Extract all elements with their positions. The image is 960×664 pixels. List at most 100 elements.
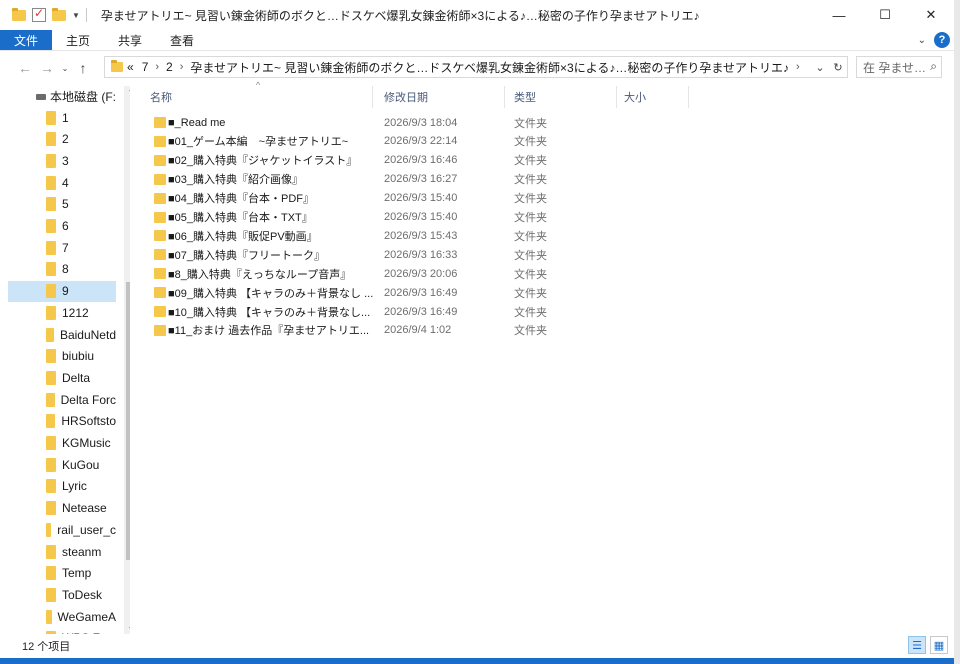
scroll-up-icon[interactable]: ⌃ (124, 86, 130, 100)
close-button[interactable]: ✕ (908, 0, 954, 30)
sidebar-item-folder[interactable]: Delta (8, 367, 116, 388)
file-date: 2026/9/3 15:43 (384, 229, 458, 242)
sidebar-item-drive[interactable]: 本地磁盘 (F: (8, 86, 116, 107)
sidebar-item-folder[interactable]: Delta Forc (8, 389, 116, 410)
tab-file[interactable]: 文件 (0, 30, 52, 50)
sidebar-item-folder[interactable]: 3 (8, 150, 116, 171)
search-icon[interactable]: ⌕ (930, 59, 937, 74)
sidebar-item-folder[interactable]: 5 (8, 194, 116, 215)
up-arrow-icon[interactable]: ↑ (72, 60, 94, 76)
large-icons-view-icon[interactable]: ▦ (930, 636, 948, 654)
breadcrumb-item[interactable]: 7 (142, 60, 149, 74)
file-row[interactable]: ■8_購入特典『えっちなループ音声』 2026/9/3 20:06 文件夹 (150, 264, 950, 283)
sidebar-item-folder[interactable]: Temp (8, 563, 116, 584)
sidebar-item-label: rail_user_c (57, 522, 116, 537)
new-folder-icon[interactable] (52, 7, 66, 21)
expand-ribbon-chevron-icon[interactable]: ⌄ (918, 35, 926, 46)
sidebar-item-folder[interactable]: 7 (8, 237, 116, 258)
file-row[interactable]: ■03_購入特典『紹介画像』 2026/9/3 16:27 文件夹 (150, 170, 950, 189)
back-arrow-icon[interactable]: ← (14, 60, 36, 76)
sidebar-item-folder[interactable]: KGMusic (8, 433, 116, 454)
column-header-date[interactable]: 修改日期 (384, 86, 428, 108)
sidebar-item-folder[interactable]: 1 (8, 107, 116, 128)
file-row[interactable]: ■07_購入特典『フリートーク』 2026/9/3 16:33 文件夹 (150, 245, 950, 264)
sidebar-item-folder[interactable]: 4 (8, 172, 116, 193)
sidebar-item-folder[interactable]: steanm (8, 541, 116, 562)
tab-home[interactable]: 主页 (52, 30, 104, 50)
file-name: ■10_購入特典 【キャラのみ＋背景なし... (168, 306, 371, 319)
column-divider[interactable] (688, 86, 689, 108)
breadcrumb-separator-icon[interactable]: › (796, 61, 800, 73)
properties-check-icon[interactable] (32, 6, 46, 22)
scrollbar-thumb[interactable] (126, 282, 130, 560)
file-row[interactable]: ■05_購入特典『台本・TXT』 2026/9/3 15:40 文件夹 (150, 208, 950, 227)
file-row[interactable]: ■06_購入特典『販促PV動画』 2026/9/3 15:43 文件夹 (150, 226, 950, 245)
file-row[interactable]: ■11_おまけ 過去作品『孕ませアトリエ... 2026/9/4 1:02 文件夹 (150, 321, 950, 340)
folder-icon (154, 306, 166, 317)
sidebar-item-label: KuGou (62, 457, 100, 472)
folder-icon (46, 240, 56, 255)
file-type: 文件夹 (514, 117, 547, 130)
sidebar-item-folder[interactable]: WeGameA (8, 606, 116, 627)
column-header-size[interactable]: 大小 (624, 86, 646, 108)
help-icon[interactable]: ? (934, 32, 950, 48)
address-dropdown-icon[interactable]: ⌄ (811, 61, 829, 74)
file-row[interactable]: ■09_購入特典 【キャラのみ＋背景なし ... 2026/9/3 16:49 文件… (150, 283, 950, 302)
recent-locations-chevron-icon[interactable]: ⌄ (58, 64, 72, 73)
sidebar-item-folder[interactable]: 9 (8, 280, 116, 302)
breadcrumb-current[interactable]: 孕ませアトリエ~ 見習い錬金術師のボクと…ドスケベ爆乳女錬金術師×3による♪…秘… (190, 59, 789, 76)
file-name: ■09_購入特典 【キャラのみ＋背景なし ... (168, 287, 374, 300)
sidebar-item-folder[interactable]: Lyric (8, 476, 116, 497)
folder-icon (46, 414, 56, 429)
folder-icon (154, 192, 166, 204)
sidebar-item-label: 4 (62, 175, 69, 190)
sidebar-item-folder[interactable]: rail_user_c (8, 519, 116, 540)
sidebar-item-label: Netease (62, 501, 107, 516)
scroll-down-icon[interactable]: ⌄ (124, 620, 130, 634)
breadcrumb-separator-icon[interactable]: › (180, 61, 184, 73)
column-header-type[interactable]: 类型 (514, 86, 536, 108)
file-row[interactable]: ■02_購入特典『ジャケットイラスト』 2026/9/3 16:46 文件夹 (150, 151, 950, 170)
ribbon-tabs: 文件 主页 共享 查看 ⌄ ? (0, 30, 954, 51)
file-date: 2026/9/3 16:27 (384, 173, 458, 186)
tab-share[interactable]: 共享 (104, 30, 156, 50)
details-view-icon[interactable]: ☰ (908, 636, 926, 654)
refresh-icon[interactable]: ↻ (829, 61, 847, 74)
file-row[interactable]: ■_Read me 2026/9/3 18:04 文件夹 (150, 113, 950, 132)
column-header-name[interactable]: 名称 (150, 86, 172, 108)
sidebar-item-folder[interactable]: biubiu (8, 346, 116, 367)
address-bar[interactable]: « 7 › 2 › 孕ませアトリエ~ 見習い錬金術師のボクと…ドスケベ爆乳女錬金… (104, 56, 848, 78)
sidebar-item-label: 3 (62, 153, 69, 168)
sidebar-item-label: steanm (62, 544, 102, 559)
sidebar-item-folder[interactable]: 1212 (8, 302, 116, 323)
file-list: ^ 名称 修改日期 类型 大小 ■_Read me 2026/9/3 18:04 文… (140, 80, 954, 634)
column-divider[interactable] (616, 86, 617, 108)
sidebar-item-label: 7 (62, 240, 69, 255)
sidebar-item-folder[interactable]: HRSoftsto (8, 411, 116, 432)
sidebar-item-folder[interactable]: KuGou (8, 454, 116, 475)
taskbar-edge (0, 658, 954, 664)
breadcrumb-overflow[interactable]: « (127, 60, 134, 74)
tab-view[interactable]: 查看 (156, 30, 208, 50)
sidebar-item-folder[interactable]: BaiduNetd (8, 324, 116, 345)
sidebar-item-folder[interactable]: 8 (8, 259, 116, 280)
maximize-button[interactable]: ☐ (862, 0, 908, 30)
minimize-button[interactable]: — (816, 0, 862, 30)
search-input[interactable]: 在 孕ませ… (863, 59, 926, 76)
navigation-pane: 本地磁盘 (F: 1 2 3 4 5 6 7 8 9 1212 BaiduNetd biubiu Del… (8, 86, 130, 634)
breadcrumb-separator-icon[interactable]: › (155, 61, 159, 73)
sidebar-item-folder[interactable]: Netease (8, 498, 116, 519)
file-row[interactable]: ■04_購入特典『台本・PDF』 2026/9/3 15:40 文件夹 (150, 189, 950, 208)
column-divider[interactable] (372, 86, 373, 108)
file-row[interactable]: ■10_購入特典 【キャラのみ＋背景なし... 2026/9/3 16:49 文件夹 (150, 302, 950, 321)
sidebar-item-folder[interactable]: ToDesk (8, 584, 116, 605)
breadcrumb-item[interactable]: 2 (166, 60, 173, 74)
sidebar-scrollbar[interactable]: ⌃ ⌄ (124, 86, 130, 634)
customize-chevron-icon[interactable]: ▼ (72, 11, 80, 20)
forward-arrow-icon[interactable]: → (36, 60, 58, 76)
sidebar-item-folder[interactable]: 2 (8, 129, 116, 150)
file-row[interactable]: ■01_ゲーム本編 ~孕ませアトリエ~ 2026/9/3 22:14 文件夹 (150, 132, 950, 151)
sidebar-item-folder[interactable]: 6 (8, 216, 116, 237)
column-divider[interactable] (504, 86, 505, 108)
search-box[interactable]: 在 孕ませ… ⌕ (856, 56, 942, 78)
